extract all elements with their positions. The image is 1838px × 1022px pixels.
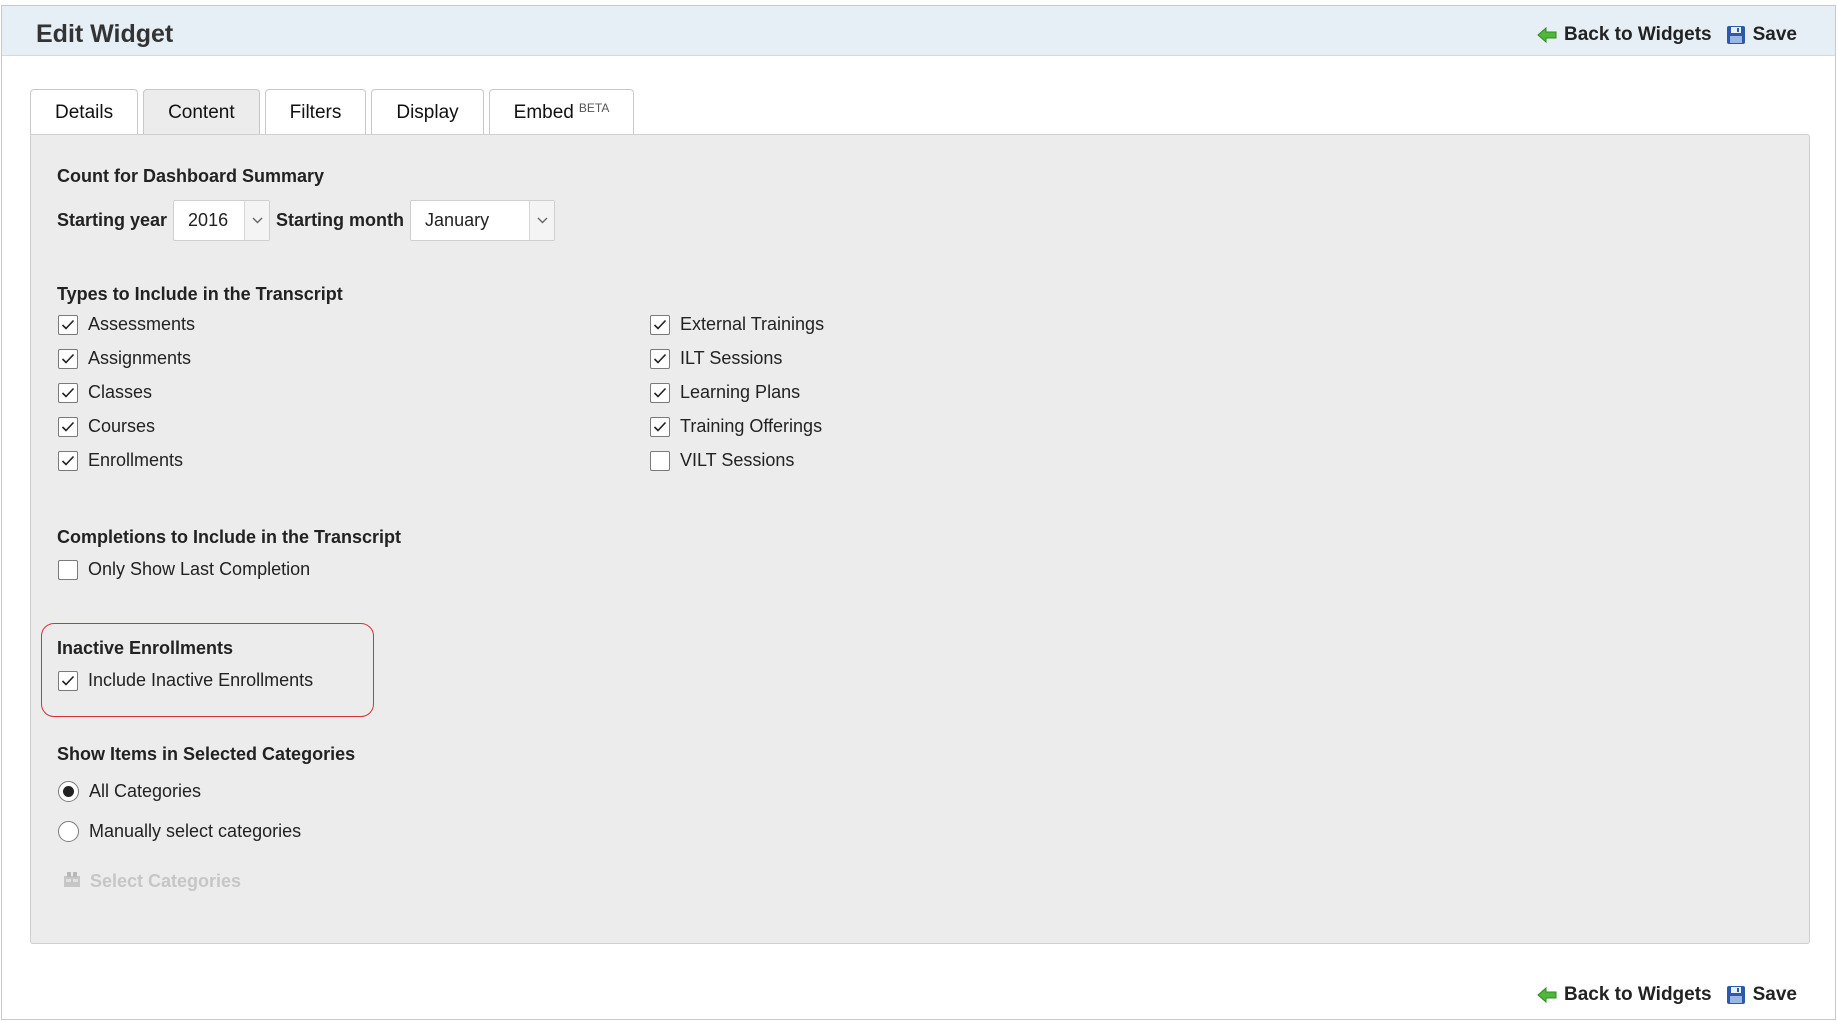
learning-plans-checkbox[interactable] (650, 382, 670, 403)
courses-label: Courses (88, 416, 156, 436)
all-categories-radio[interactable] (58, 781, 79, 802)
tab-details[interactable]: Details (30, 89, 139, 135)
assignments-label: Assignments (88, 348, 192, 368)
training-offerings-label: Training Offerings (680, 416, 823, 436)
include-inactive-enrollments-label: Include Inactive Enrollments (88, 670, 314, 690)
categories-title: Show Items in Selected Categories (57, 744, 356, 764)
starting-year-label: Starting year (57, 210, 168, 230)
ilt-sessions-label: ILT Sessions (680, 348, 783, 368)
enrollments-label: Enrollments (88, 450, 184, 470)
tab-content-label: Content (168, 102, 235, 123)
assignments-checkbox[interactable] (58, 348, 78, 369)
select-categories-label: Select Categories (90, 871, 242, 891)
tab-embed[interactable]: Embed BETA (488, 89, 635, 135)
save-button[interactable]: Save (1726, 984, 1797, 1006)
training-offerings-checkbox[interactable] (650, 416, 670, 437)
inactive-option: Include Inactive Enrollments (58, 670, 313, 691)
save-icon (1726, 985, 1746, 1005)
save-icon (1726, 25, 1746, 45)
type-classes: Classes (58, 382, 152, 403)
tab-content[interactable]: Content (143, 89, 260, 136)
type-external-trainings: External Trainings (650, 314, 824, 335)
category-option-manual: Manually select categories (58, 821, 301, 842)
type-assignments: Assignments (58, 348, 191, 369)
type-learning-plans: Learning Plans (650, 382, 800, 403)
type-courses: Courses (58, 416, 155, 437)
dashboard-summary-title: Count for Dashboard Summary (57, 166, 325, 186)
tab-filters[interactable]: Filters (264, 89, 367, 135)
learning-plans-label: Learning Plans (680, 382, 801, 402)
back-arrow-icon (1537, 987, 1557, 1003)
completion-option: Only Show Last Completion (58, 559, 310, 580)
external-trainings-label: External Trainings (680, 314, 825, 334)
ilt-sessions-checkbox[interactable] (650, 348, 670, 369)
inactive-enrollments-title: Inactive Enrollments (57, 638, 234, 658)
page-title: Edit Widget (36, 20, 174, 48)
include-inactive-enrollments-checkbox[interactable] (58, 670, 78, 691)
starting-year-value: 2016 (188, 210, 229, 230)
back-to-widgets-label: Back to Widgets (1563, 984, 1712, 1005)
save-label: Save (1752, 984, 1797, 1005)
assessments-label: Assessments (88, 314, 196, 334)
courses-checkbox[interactable] (58, 416, 78, 437)
header-actions: Back to Widgets Save (1537, 24, 1797, 46)
starting-month-value: January (425, 210, 490, 230)
chevron-down-icon (529, 201, 555, 240)
tab-filters-label: Filters (289, 101, 342, 123)
type-vilt-sessions: VILT Sessions (650, 450, 794, 471)
type-ilt-sessions: ILT Sessions (650, 348, 782, 369)
back-to-widgets-button[interactable]: Back to Widgets (1537, 984, 1712, 1006)
type-enrollments: Enrollments (58, 450, 183, 471)
starting-month-label: Starting month (276, 210, 405, 230)
tab-bar: Details Content Filters Display Embed BET… (30, 89, 635, 136)
manually-select-categories-label: Manually select categories (89, 821, 302, 841)
type-assessments: Assessments (58, 314, 195, 335)
completions-title: Completions to Include in the Transcript (57, 527, 402, 547)
only-show-last-completion-checkbox[interactable] (58, 559, 78, 580)
back-to-widgets-label: Back to Widgets (1563, 24, 1712, 45)
all-categories-label: All Categories (89, 781, 202, 801)
enrollments-checkbox[interactable] (58, 450, 78, 471)
widget-editor-frame: Edit Widget Back to Widgets Save Details… (1, 5, 1836, 1020)
assessments-checkbox[interactable] (58, 314, 78, 335)
chevron-down-icon (244, 201, 270, 240)
starting-month-select[interactable]: January (410, 200, 556, 241)
classes-label: Classes (88, 382, 153, 402)
select-categories-button[interactable]: Select Categories (62, 870, 241, 893)
beta-badge: BETA (578, 100, 610, 115)
back-to-widgets-button[interactable]: Back to Widgets (1537, 24, 1712, 46)
classes-checkbox[interactable] (58, 382, 78, 403)
tab-embed-label: Embed (513, 101, 574, 123)
save-label: Save (1752, 24, 1797, 45)
dashboard-summary-row: Starting year 2016 Starting month Januar… (57, 200, 556, 241)
vilt-sessions-checkbox[interactable] (650, 450, 670, 471)
external-trainings-checkbox[interactable] (650, 314, 670, 335)
footer-actions: Back to Widgets Save (1537, 984, 1797, 1006)
page-header: Edit Widget Back to Widgets Save (2, 6, 1835, 56)
category-option-all: All Categories (58, 781, 201, 802)
tab-display-label: Display (396, 101, 459, 123)
tab-display[interactable]: Display (371, 89, 484, 135)
back-arrow-icon (1537, 27, 1557, 43)
vilt-sessions-label: VILT Sessions (680, 450, 795, 470)
starting-year-select[interactable]: 2016 (173, 200, 271, 241)
only-show-last-completion-label: Only Show Last Completion (88, 559, 311, 579)
tab-details-label: Details (55, 101, 114, 123)
categories-icon (62, 870, 82, 893)
type-training-offerings: Training Offerings (650, 416, 822, 437)
save-button[interactable]: Save (1726, 24, 1797, 46)
content-panel: Count for Dashboard Summary Starting yea… (30, 134, 1810, 944)
manually-select-categories-radio[interactable] (58, 821, 79, 842)
transcript-types-title: Types to Include in the Transcript (57, 284, 343, 304)
